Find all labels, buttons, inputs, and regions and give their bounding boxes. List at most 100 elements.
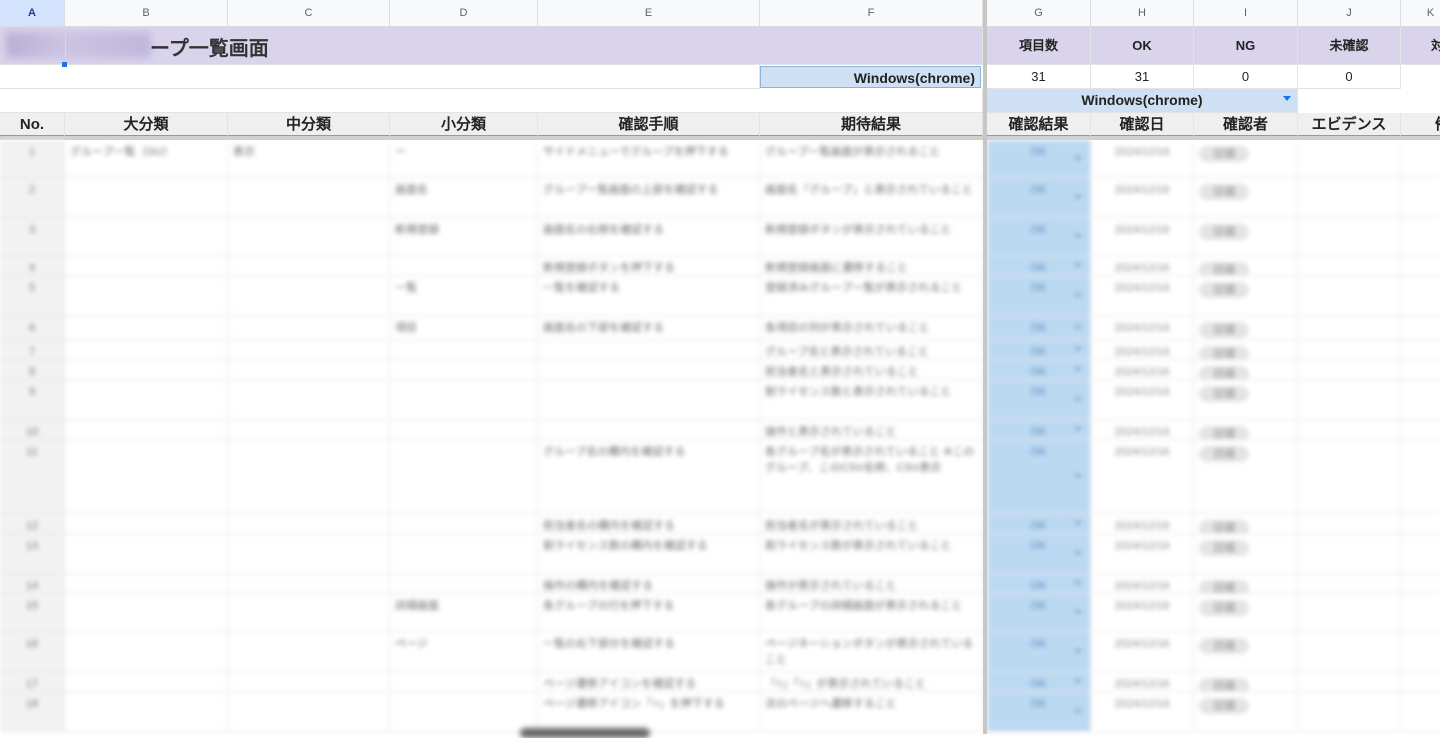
result-dropdown-icon[interactable] (1074, 678, 1082, 684)
table-cell[interactable]: 2024/12/16 (1091, 140, 1194, 177)
table-cell[interactable]: 日城 (1194, 692, 1298, 731)
frozen-column-divider[interactable] (983, 0, 987, 734)
column-letter-a[interactable]: A (0, 0, 65, 27)
table-cell[interactable] (1401, 692, 1440, 731)
table-cell[interactable] (228, 276, 390, 315)
stat-value-count[interactable]: 31 (987, 65, 1091, 89)
table-cell[interactable]: 11 (0, 440, 65, 513)
table-cell[interactable]: 日城 (1194, 316, 1298, 339)
table-header-4[interactable]: 確認手順 (538, 113, 760, 137)
table-cell[interactable]: 各グループ名が表示されていること ※このグループ、このCSV名称、CSV表示 (760, 440, 983, 513)
table-cell[interactable]: グループ一覧画面が表示されること (760, 140, 983, 177)
table-cell[interactable] (228, 632, 390, 671)
table-cell[interactable]: 担当者名の欄内を確認する (538, 514, 760, 533)
table-cell[interactable] (390, 256, 538, 275)
table-cell[interactable]: 2024/12/16 (1091, 276, 1194, 315)
table-cell[interactable] (390, 420, 538, 439)
table-cell[interactable]: 一覧の右下部分を確認する (538, 632, 760, 671)
table-cell[interactable]: 2024/12/16 (1091, 672, 1194, 691)
checker-chip[interactable]: 日城 (1199, 386, 1249, 402)
result-dropdown-icon[interactable] (1074, 708, 1082, 714)
blank-row-2[interactable] (0, 65, 760, 89)
table-row[interactable]: 4 新規登録ボタンを押下する 新規登録画面に遷移すること OK 2024/12/16 日城 (0, 256, 1440, 276)
table-cell[interactable]: ページ遷移アイコンを確認する (538, 672, 760, 691)
blank-row-3[interactable] (0, 89, 983, 113)
result-dropdown-icon[interactable] (1074, 426, 1082, 432)
checker-chip[interactable]: 日城 (1199, 426, 1249, 439)
table-cell[interactable]: ページ遷移アイコン「>」を押下する (538, 692, 760, 731)
checker-chip[interactable]: 日城 (1199, 540, 1249, 556)
column-letter-i[interactable]: I (1194, 0, 1298, 27)
table-cell[interactable]: 各項目の列が表示されていること (760, 316, 983, 339)
table-cell[interactable]: 日城 (1194, 440, 1298, 513)
table-cell[interactable]: OK (987, 440, 1091, 513)
table-cell[interactable]: 16 (0, 632, 65, 671)
table-header-8[interactable]: 確認者 (1194, 113, 1298, 137)
table-row[interactable]: 16 ページ 一覧の右下部分を確認する ページネーションボタンが表示されていること OK… (0, 632, 1440, 672)
table-cell[interactable] (228, 574, 390, 593)
checker-chip[interactable]: 日城 (1199, 580, 1249, 593)
table-cell[interactable]: 担当者名が表示されていること (760, 514, 983, 533)
table-cell[interactable]: 割ライセンス数の欄内を確認する (538, 534, 760, 573)
table-cell[interactable]: 新規登録ボタンが表示されていること (760, 218, 983, 255)
table-header-0[interactable]: No. (0, 113, 65, 137)
checker-chip[interactable]: 日城 (1199, 678, 1249, 691)
result-dropdown-icon[interactable] (1074, 262, 1082, 268)
table-cell[interactable] (228, 178, 390, 217)
result-dropdown-icon[interactable] (1074, 292, 1082, 298)
table-cell[interactable]: 2024/12/16 (1091, 534, 1194, 573)
result-dropdown-icon[interactable] (1074, 233, 1082, 239)
table-cell[interactable]: 12 (0, 514, 65, 533)
table-cell[interactable]: 一覧 (390, 276, 538, 315)
result-dropdown-icon[interactable] (1074, 580, 1082, 586)
table-cell[interactable] (228, 380, 390, 419)
table-header-2[interactable]: 中分類 (228, 113, 390, 137)
table-cell[interactable] (65, 420, 228, 439)
column-letter-e[interactable]: E (538, 0, 760, 27)
result-dropdown-icon[interactable] (1074, 194, 1082, 200)
table-cell[interactable] (65, 360, 228, 379)
table-cell[interactable]: 2024/12/16 (1091, 420, 1194, 439)
checker-chip[interactable]: 日城 (1199, 446, 1249, 462)
checker-chip[interactable]: 日城 (1199, 184, 1249, 200)
table-cell[interactable] (390, 672, 538, 691)
table-cell[interactable]: 2024/12/16 (1091, 692, 1194, 731)
table-cell[interactable]: グループ名と表示されていること (760, 340, 983, 359)
table-cell[interactable] (1401, 534, 1440, 573)
result-dropdown-icon[interactable] (1074, 396, 1082, 402)
table-cell[interactable]: グループ一覧（GU） (65, 140, 228, 177)
table-cell[interactable] (1401, 574, 1440, 593)
table-cell[interactable] (390, 574, 538, 593)
table-cell[interactable]: 日城 (1194, 340, 1298, 359)
table-cell[interactable] (1401, 420, 1440, 439)
table-cell[interactable]: 2024/12/16 (1091, 380, 1194, 419)
table-cell[interactable] (228, 420, 390, 439)
table-cell[interactable]: OK (987, 276, 1091, 315)
table-header-5[interactable]: 期待結果 (760, 113, 983, 137)
table-cell[interactable] (390, 692, 538, 731)
table-cell[interactable]: 2024/12/16 (1091, 218, 1194, 255)
column-letter-g[interactable]: G (987, 0, 1091, 27)
table-cell[interactable]: 4 (0, 256, 65, 275)
table-cell[interactable]: OK (987, 534, 1091, 573)
checker-chip[interactable]: 日城 (1199, 346, 1249, 359)
result-dropdown-icon[interactable] (1074, 324, 1082, 330)
table-cell[interactable] (1401, 380, 1440, 419)
table-cell[interactable]: 日城 (1194, 380, 1298, 419)
table-cell[interactable]: 日城 (1194, 218, 1298, 255)
table-cell[interactable]: 各グループの行を押下する (538, 594, 760, 631)
table-header-9[interactable]: エビデンス (1298, 113, 1401, 137)
table-cell[interactable] (65, 534, 228, 573)
column-letter-d[interactable]: D (390, 0, 538, 27)
table-row[interactable]: 17 ページ遷移アイコンを確認する 「<」「>」が表示されていること OK 2024/1… (0, 672, 1440, 692)
table-cell[interactable]: 画面名 (390, 178, 538, 217)
table-cell[interactable]: 2024/12/16 (1091, 514, 1194, 533)
table-cell[interactable]: OK (987, 574, 1091, 593)
table-cell[interactable] (1401, 316, 1440, 339)
table-cell[interactable]: 6 (0, 316, 65, 339)
table-cell[interactable]: 2024/12/16 (1091, 574, 1194, 593)
checker-chip[interactable]: 日城 (1199, 262, 1249, 275)
table-cell[interactable]: 18 (0, 692, 65, 731)
stat-value-ng[interactable]: 0 (1194, 65, 1298, 89)
table-cell[interactable] (65, 178, 228, 217)
